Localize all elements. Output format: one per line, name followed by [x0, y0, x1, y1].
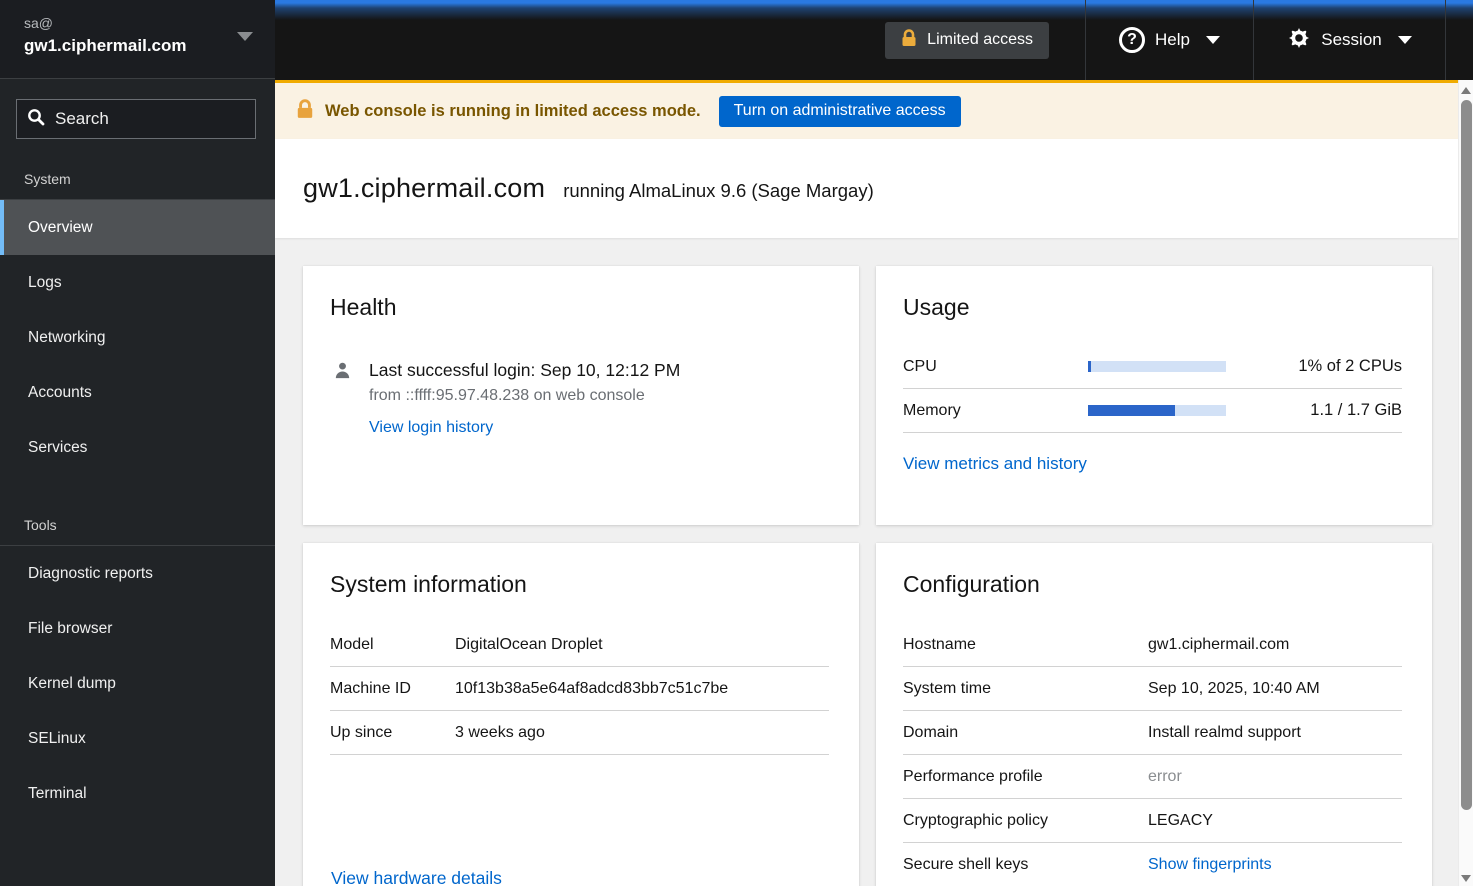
masthead: Limited access ? Help Session [275, 0, 1473, 80]
lock-icon [296, 98, 314, 124]
chevron-down-icon [1205, 36, 1220, 44]
vertical-scrollbar[interactable] [1458, 80, 1473, 886]
cpu-label: CPU [903, 357, 937, 375]
configuration-title: Configuration [903, 571, 1040, 597]
user-icon [333, 361, 352, 437]
table-row: Up since 3 weeks ago [330, 711, 829, 755]
chevron-down-icon [1397, 36, 1412, 44]
show-fingerprints-link[interactable]: Show fingerprints [1148, 856, 1272, 874]
sidebar-item-logs[interactable]: Logs [0, 255, 275, 310]
sidebar-item-services[interactable]: Services [0, 420, 275, 475]
help-menu[interactable]: ? Help [1085, 0, 1253, 80]
sidebar-item-networking[interactable]: Networking [0, 310, 275, 365]
last-login-text: Last successful login: Sep 10, 12:12 PM [369, 360, 681, 380]
page-title: gw1.ciphermail.com [303, 173, 546, 203]
sidebar-item-overview[interactable]: Overview [0, 200, 275, 255]
scrollbar-thumb[interactable] [1461, 100, 1472, 810]
health-card-title: Health [330, 294, 397, 320]
last-login-detail: from ::ffff:95.97.48.238 on web console [369, 387, 645, 404]
health-card: Health Last successful login: Sep 10, 12… [303, 266, 859, 525]
table-row: Secure shell keys Show fingerprints [903, 843, 1402, 886]
memory-progress-bar [1088, 405, 1226, 416]
table-row: Machine ID 10f13b38a5e64af8adcd83bb7c51c… [330, 667, 829, 711]
usage-card-title: Usage [903, 294, 970, 320]
domain-value: Install realmd support [1148, 723, 1301, 741]
health-body: Last successful login: Sep 10, 12:12 PM … [330, 358, 829, 437]
view-metrics-link[interactable]: View metrics and history [903, 454, 1087, 474]
system-information-card: System information Model DigitalOcean Dr… [303, 543, 859, 886]
lock-icon [901, 28, 917, 52]
host-user: sa@ [24, 15, 53, 31]
main-content: Web console is running in limited access… [275, 80, 1458, 886]
help-icon: ? [1119, 27, 1146, 53]
nav-section-system-title: System [24, 171, 71, 187]
search-box[interactable] [16, 99, 256, 139]
usage-table: CPU 1% of 2 CPUs Memory 1.1 / 1.7 GiB [903, 345, 1402, 433]
table-row: Model DigitalOcean Droplet [330, 623, 829, 667]
sidebar-item-kernel-dump[interactable]: Kernel dump [0, 656, 275, 711]
limited-access-button[interactable]: Limited access [885, 21, 1049, 59]
cards-grid: Health Last successful login: Sep 10, 12… [275, 238, 1458, 886]
nav-section-tools-title: Tools [24, 517, 57, 533]
search-icon [27, 108, 45, 131]
sidebar-item-diagnostic-reports[interactable]: Diagnostic reports [0, 546, 275, 601]
table-row: Cryptographic policy LEGACY [903, 799, 1402, 843]
nav-section-system: System Overview Logs Networking Accounts… [0, 153, 275, 475]
cpu-progress-bar [1088, 361, 1226, 372]
view-login-history-link[interactable]: View login history [369, 419, 493, 437]
masthead-spacer [1446, 0, 1473, 80]
usage-card: Usage CPU 1% of 2 CPUs Memory 1.1 / 1.7 … [876, 266, 1432, 525]
view-hardware-details-link[interactable]: View hardware details [331, 868, 502, 886]
turn-on-admin-access-button[interactable]: Turn on administrative access [718, 95, 961, 127]
table-row: Hostname gw1.ciphermail.com [903, 623, 1402, 667]
table-row: Performance profile error [903, 755, 1402, 799]
page-header: gw1.ciphermail.com running AlmaLinux 9.6… [275, 139, 1458, 238]
system-information-title: System information [330, 571, 527, 597]
sidebar: sa@ gw1.ciphermail.com System Overview L… [0, 0, 275, 886]
sidebar-item-selinux[interactable]: SELinux [0, 711, 275, 766]
table-row: Domain Install realmd support [903, 711, 1402, 755]
system-time-value: Sep 10, 2025, 10:40 AM [1148, 679, 1320, 697]
table-row: System time Sep 10, 2025, 10:40 AM [903, 667, 1402, 711]
banner-message: Web console is running in limited access… [325, 101, 701, 120]
crypto-policy-value: LEGACY [1148, 811, 1213, 829]
memory-label: Memory [903, 401, 961, 419]
scroll-up-arrow-icon[interactable] [1461, 87, 1471, 94]
cpu-usage-value: 1% of 2 CPUs [1298, 357, 1402, 375]
page-os-subtitle: running AlmaLinux 9.6 (Sage Margay) [563, 180, 874, 201]
cpu-usage-row: CPU 1% of 2 CPUs [903, 345, 1402, 389]
scroll-down-arrow-icon[interactable] [1461, 875, 1471, 882]
gear-icon [1287, 26, 1311, 55]
search-input[interactable] [55, 109, 245, 129]
performance-profile-value: error [1148, 767, 1182, 785]
chevron-down-icon [237, 32, 253, 41]
host-name: gw1.ciphermail.com [24, 36, 187, 55]
configuration-table: Hostname gw1.ciphermail.com System time … [903, 623, 1402, 886]
nav-section-tools: Tools Diagnostic reports File browser Ke… [0, 499, 275, 821]
memory-usage-value: 1.1 / 1.7 GiB [1310, 401, 1402, 419]
hostname-value: gw1.ciphermail.com [1148, 635, 1290, 653]
host-selector[interactable]: sa@ gw1.ciphermail.com [0, 0, 275, 79]
configuration-card: Configuration Hostname gw1.ciphermail.co… [876, 543, 1432, 886]
sidebar-item-terminal[interactable]: Terminal [0, 766, 275, 821]
system-information-table: Model DigitalOcean Droplet Machine ID 10… [330, 623, 829, 755]
memory-usage-row: Memory 1.1 / 1.7 GiB [903, 389, 1402, 433]
sidebar-item-file-browser[interactable]: File browser [0, 601, 275, 656]
session-menu[interactable]: Session [1253, 0, 1446, 80]
sidebar-item-accounts[interactable]: Accounts [0, 365, 275, 420]
limited-access-banner: Web console is running in limited access… [275, 80, 1458, 139]
